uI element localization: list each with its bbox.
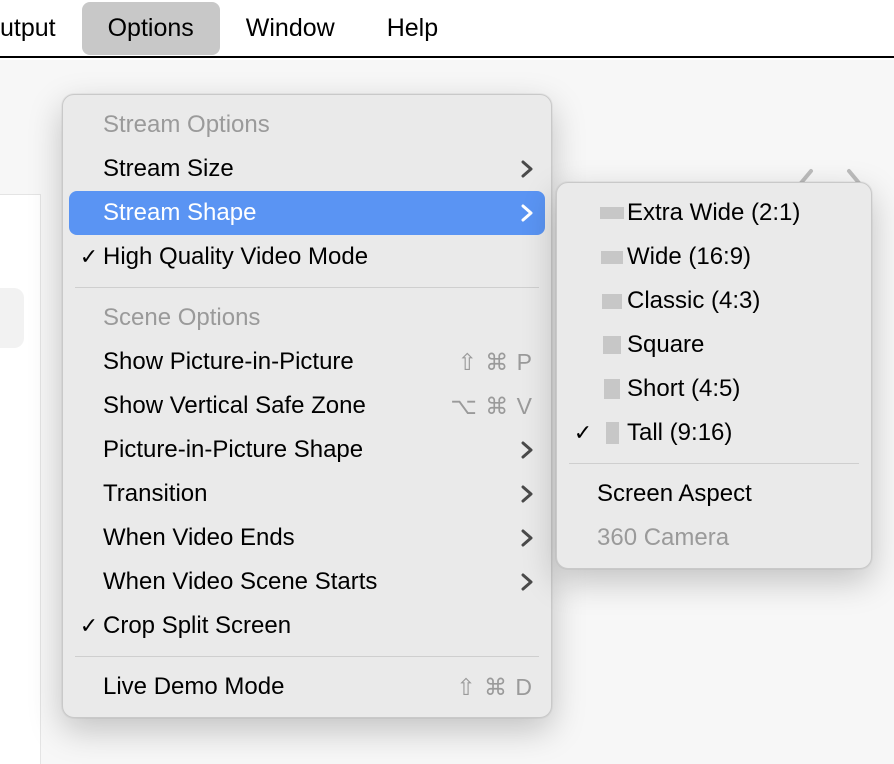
shape-item-wide[interactable]: Wide (16:9) — [557, 235, 871, 279]
chevron-right-icon — [521, 441, 533, 459]
menu-separator — [75, 656, 539, 657]
menu-item-when-video-ends[interactable]: When Video Ends — [63, 516, 551, 560]
shape-label: Short (4:5) — [627, 375, 853, 403]
show-vsz-label: Show Vertical Safe Zone — [103, 392, 450, 420]
chevron-right-icon — [521, 485, 533, 503]
section-title-stream: Stream Options — [63, 103, 551, 147]
show-pip-label: Show Picture-in-Picture — [103, 348, 458, 376]
show-vsz-shortcut: ⌥ ⌘ V — [450, 393, 533, 420]
stream-size-label: Stream Size — [103, 155, 511, 183]
chevron-right-icon — [521, 160, 533, 178]
crop-split-label: Crop Split Screen — [103, 612, 533, 640]
shape-item-tall[interactable]: ✓ Tall (9:16) — [557, 411, 871, 455]
menu-item-stream-shape[interactable]: Stream Shape — [69, 191, 545, 235]
menu-item-crop-split[interactable]: ✓ Crop Split Screen — [63, 604, 551, 648]
menu-separator — [75, 287, 539, 288]
menu-window-label: Window — [246, 14, 335, 42]
menu-item-pip-shape[interactable]: Picture-in-Picture Shape — [63, 428, 551, 472]
aspect-swatch-icon — [597, 422, 627, 444]
aspect-swatch-icon — [597, 336, 627, 354]
menubar: utput Options Window Help — [0, 0, 894, 58]
shape-item-short[interactable]: Short (4:5) — [557, 367, 871, 411]
aspect-swatch-icon — [597, 294, 627, 309]
when-scene-starts-label: When Video Scene Starts — [103, 568, 511, 596]
transition-label: Transition — [103, 480, 511, 508]
shape-item-360-camera: 360 Camera — [557, 516, 871, 560]
shape-item-classic[interactable]: Classic (4:3) — [557, 279, 871, 323]
menu-item-show-vsz[interactable]: Show Vertical Safe Zone ⌥ ⌘ V — [63, 384, 551, 428]
app-sidebar-edge — [0, 194, 41, 764]
options-menu-panel: Stream Options Stream Size Stream Shape … — [62, 94, 552, 718]
menu-separator — [569, 463, 859, 464]
chevron-right-icon — [521, 204, 533, 222]
shape-item-screen-aspect[interactable]: Screen Aspect — [557, 472, 871, 516]
live-demo-shortcut: ⇧ ⌘ D — [456, 674, 533, 701]
menu-output[interactable]: utput — [0, 2, 82, 55]
menu-item-transition[interactable]: Transition — [63, 472, 551, 516]
menu-output-label: utput — [0, 14, 56, 42]
shape-label: Tall (9:16) — [627, 419, 853, 447]
menu-item-show-pip[interactable]: Show Picture-in-Picture ⇧ ⌘ P — [63, 340, 551, 384]
stream-shape-submenu: Extra Wide (2:1) Wide (16:9) Classic (4:… — [556, 182, 872, 569]
aspect-swatch-icon — [597, 379, 627, 399]
hq-video-label: High Quality Video Mode — [103, 243, 533, 271]
menu-help-label: Help — [387, 14, 438, 42]
shape-label: Square — [627, 331, 853, 359]
menu-options[interactable]: Options — [82, 2, 220, 55]
camera-360-label: 360 Camera — [597, 524, 853, 552]
when-video-ends-label: When Video Ends — [103, 524, 511, 552]
shape-item-square[interactable]: Square — [557, 323, 871, 367]
shape-label: Classic (4:3) — [627, 287, 853, 315]
app-sidebar-handle[interactable] — [0, 288, 24, 348]
menu-item-hq-video[interactable]: ✓ High Quality Video Mode — [63, 235, 551, 279]
check-icon: ✓ — [75, 244, 103, 270]
check-icon: ✓ — [75, 613, 103, 639]
shape-label: Wide (16:9) — [627, 243, 853, 271]
show-pip-shortcut: ⇧ ⌘ P — [458, 349, 533, 376]
chevron-right-icon — [521, 529, 533, 547]
menu-options-label: Options — [108, 14, 194, 42]
screen-aspect-label: Screen Aspect — [597, 480, 853, 508]
aspect-swatch-icon — [597, 251, 627, 264]
menu-window[interactable]: Window — [220, 2, 361, 55]
aspect-swatch-icon — [597, 207, 627, 219]
shape-label: Extra Wide (2:1) — [627, 199, 853, 227]
check-icon: ✓ — [569, 420, 597, 446]
shape-item-extra-wide[interactable]: Extra Wide (2:1) — [557, 191, 871, 235]
menu-item-when-scene-starts[interactable]: When Video Scene Starts — [63, 560, 551, 604]
menu-item-live-demo[interactable]: Live Demo Mode ⇧ ⌘ D — [63, 665, 551, 709]
pip-shape-label: Picture-in-Picture Shape — [103, 436, 511, 464]
chevron-right-icon — [521, 573, 533, 591]
stream-shape-label: Stream Shape — [103, 199, 511, 227]
section-title-scene: Scene Options — [63, 296, 551, 340]
live-demo-label: Live Demo Mode — [103, 673, 456, 701]
menu-item-stream-size[interactable]: Stream Size — [63, 147, 551, 191]
menu-help[interactable]: Help — [361, 2, 464, 55]
